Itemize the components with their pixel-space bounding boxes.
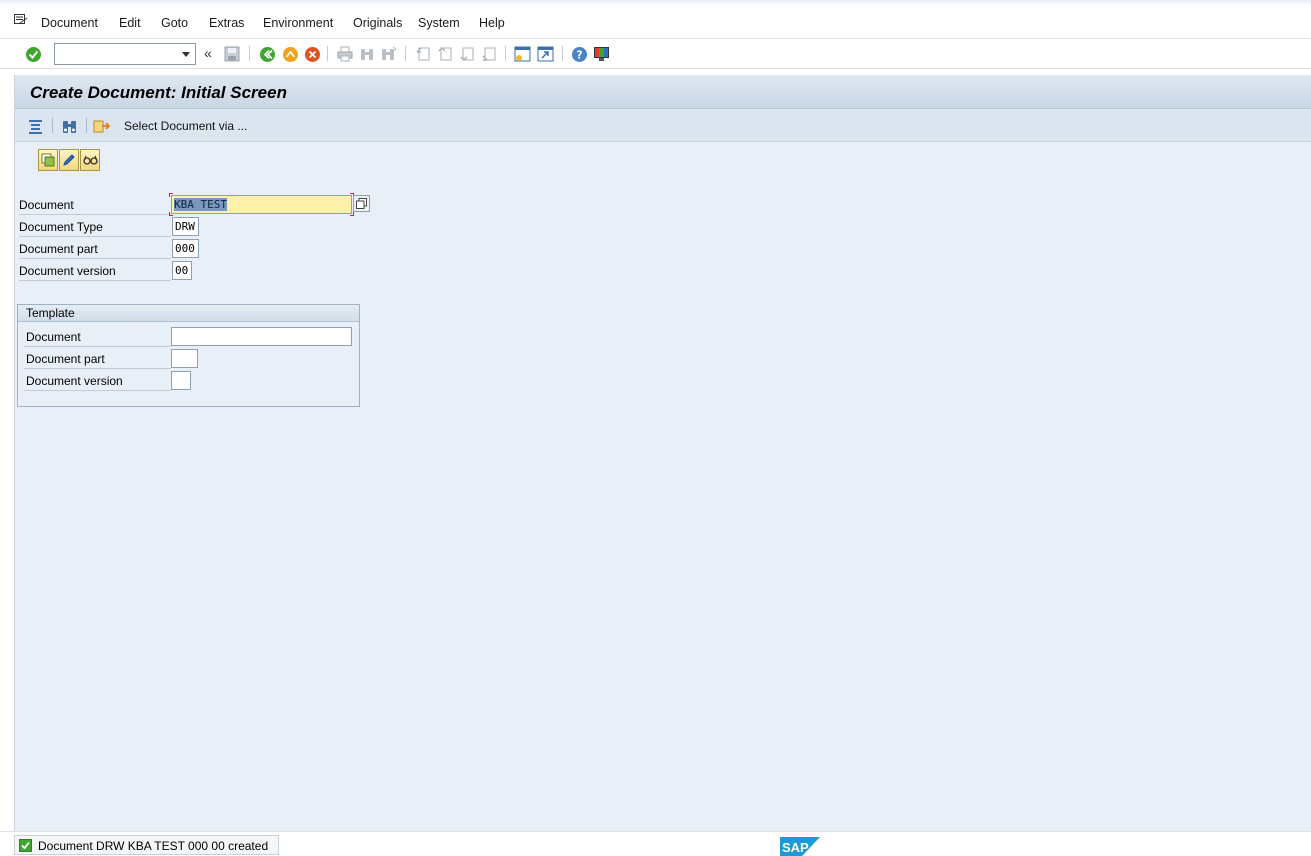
template-document-version-input[interactable] [171, 371, 191, 390]
menu-system[interactable]: System [418, 16, 460, 30]
document-type-input[interactable]: DRW [172, 217, 199, 236]
menu-edit[interactable]: Edit [119, 16, 141, 30]
select-document-via-button[interactable]: Select Document via ... [124, 119, 247, 133]
document-input-value: KBA TEST [174, 198, 227, 211]
first-page-icon[interactable] [413, 44, 433, 64]
document-input[interactable]: KBA TEST [171, 195, 352, 214]
toolbar-divider [405, 46, 406, 61]
label-underline [19, 280, 171, 281]
toolbar-divider [249, 46, 250, 61]
required-marker [350, 212, 354, 216]
value-help-icon[interactable] [353, 195, 370, 212]
display-glasses-icon[interactable] [80, 149, 100, 171]
status-text: Document DRW KBA TEST 000 00 created [38, 839, 269, 853]
toolbar-divider [52, 118, 53, 133]
function-buttons [38, 149, 100, 173]
enter-icon[interactable] [23, 44, 43, 64]
previous-page-icon[interactable] [435, 44, 455, 64]
create-shortcut-icon[interactable] [535, 44, 555, 64]
menu-document[interactable]: Document [41, 16, 98, 30]
command-dropdown-icon[interactable] [182, 52, 190, 57]
find-icon[interactable] [59, 116, 79, 136]
edit-pencil-icon[interactable] [59, 149, 79, 171]
svg-text:?: ? [576, 48, 582, 61]
exit-icon[interactable] [280, 44, 300, 64]
select-via-icon[interactable] [92, 116, 112, 136]
label-underline [19, 236, 171, 237]
save-icon[interactable] [222, 44, 242, 64]
document-type-label: Document Type [19, 220, 103, 234]
document-version-input[interactable]: 00 [172, 261, 192, 280]
document-part-label: Document part [19, 242, 98, 256]
label-underline [24, 368, 171, 369]
document-version-value: 00 [175, 264, 189, 277]
template-group: Template Document Document part Document… [17, 304, 360, 407]
print-icon[interactable] [335, 44, 355, 64]
title-bar: Create Document: Initial Screen [15, 75, 1311, 109]
next-page-icon[interactable] [457, 44, 477, 64]
menu-bar: Document Edit Goto Extras Environment Or… [0, 6, 1311, 39]
new-session-icon[interactable] [512, 44, 532, 64]
help-icon[interactable]: ? [569, 44, 589, 64]
sap-logo-text: SAP [782, 840, 809, 855]
menu-environment[interactable]: Environment [263, 16, 333, 30]
find-next-icon[interactable] [379, 44, 399, 64]
status-bar: Document DRW KBA TEST 000 00 created SAP [0, 831, 1311, 856]
success-check-icon [19, 839, 32, 852]
template-document-label: Document [26, 330, 81, 344]
label-underline [19, 214, 171, 215]
status-message[interactable]: Document DRW KBA TEST 000 00 created [14, 835, 279, 855]
template-document-input[interactable] [171, 327, 352, 346]
page-title: Create Document: Initial Screen [30, 83, 287, 102]
cancel-icon[interactable] [302, 44, 322, 64]
toolbar-divider [562, 46, 563, 61]
command-field[interactable] [54, 43, 196, 65]
menu-extras[interactable]: Extras [209, 16, 244, 30]
template-document-part-label: Document part [26, 352, 105, 366]
toolbar-divider [505, 46, 506, 61]
find-icon[interactable] [357, 44, 377, 64]
structure-icon[interactable] [25, 116, 45, 136]
back-icon[interactable] [257, 44, 277, 64]
label-underline [19, 258, 171, 259]
main-content: Create Document: Initial Screen Select D… [14, 75, 1311, 831]
template-group-title: Template [18, 305, 359, 322]
menu-goto[interactable]: Goto [161, 16, 188, 30]
last-page-icon[interactable] [479, 44, 499, 64]
template-title: Template [26, 306, 75, 320]
customize-layout-icon[interactable] [591, 44, 611, 64]
create-icon[interactable] [38, 149, 58, 171]
menu-originals[interactable]: Originals [353, 16, 402, 30]
toolbar-divider [86, 118, 87, 133]
menu-icon[interactable] [14, 14, 28, 26]
standard-toolbar: « ? [0, 39, 1311, 69]
application-toolbar: Select Document via ... [15, 109, 1311, 142]
document-version-label: Document version [19, 264, 116, 278]
document-label: Document [19, 198, 74, 212]
template-document-version-label: Document version [26, 374, 123, 388]
required-marker [169, 193, 173, 197]
document-part-value: 000 [175, 242, 195, 255]
required-marker [169, 212, 173, 216]
document-type-value: DRW [175, 220, 195, 233]
sap-logo: SAP [780, 837, 820, 856]
label-underline [24, 346, 171, 347]
label-underline [24, 390, 171, 391]
document-part-input[interactable]: 000 [172, 239, 199, 258]
template-document-part-input[interactable] [171, 349, 198, 368]
collapse-icon[interactable]: « [204, 45, 212, 61]
menu-help[interactable]: Help [479, 16, 505, 30]
toolbar-divider [327, 46, 328, 61]
